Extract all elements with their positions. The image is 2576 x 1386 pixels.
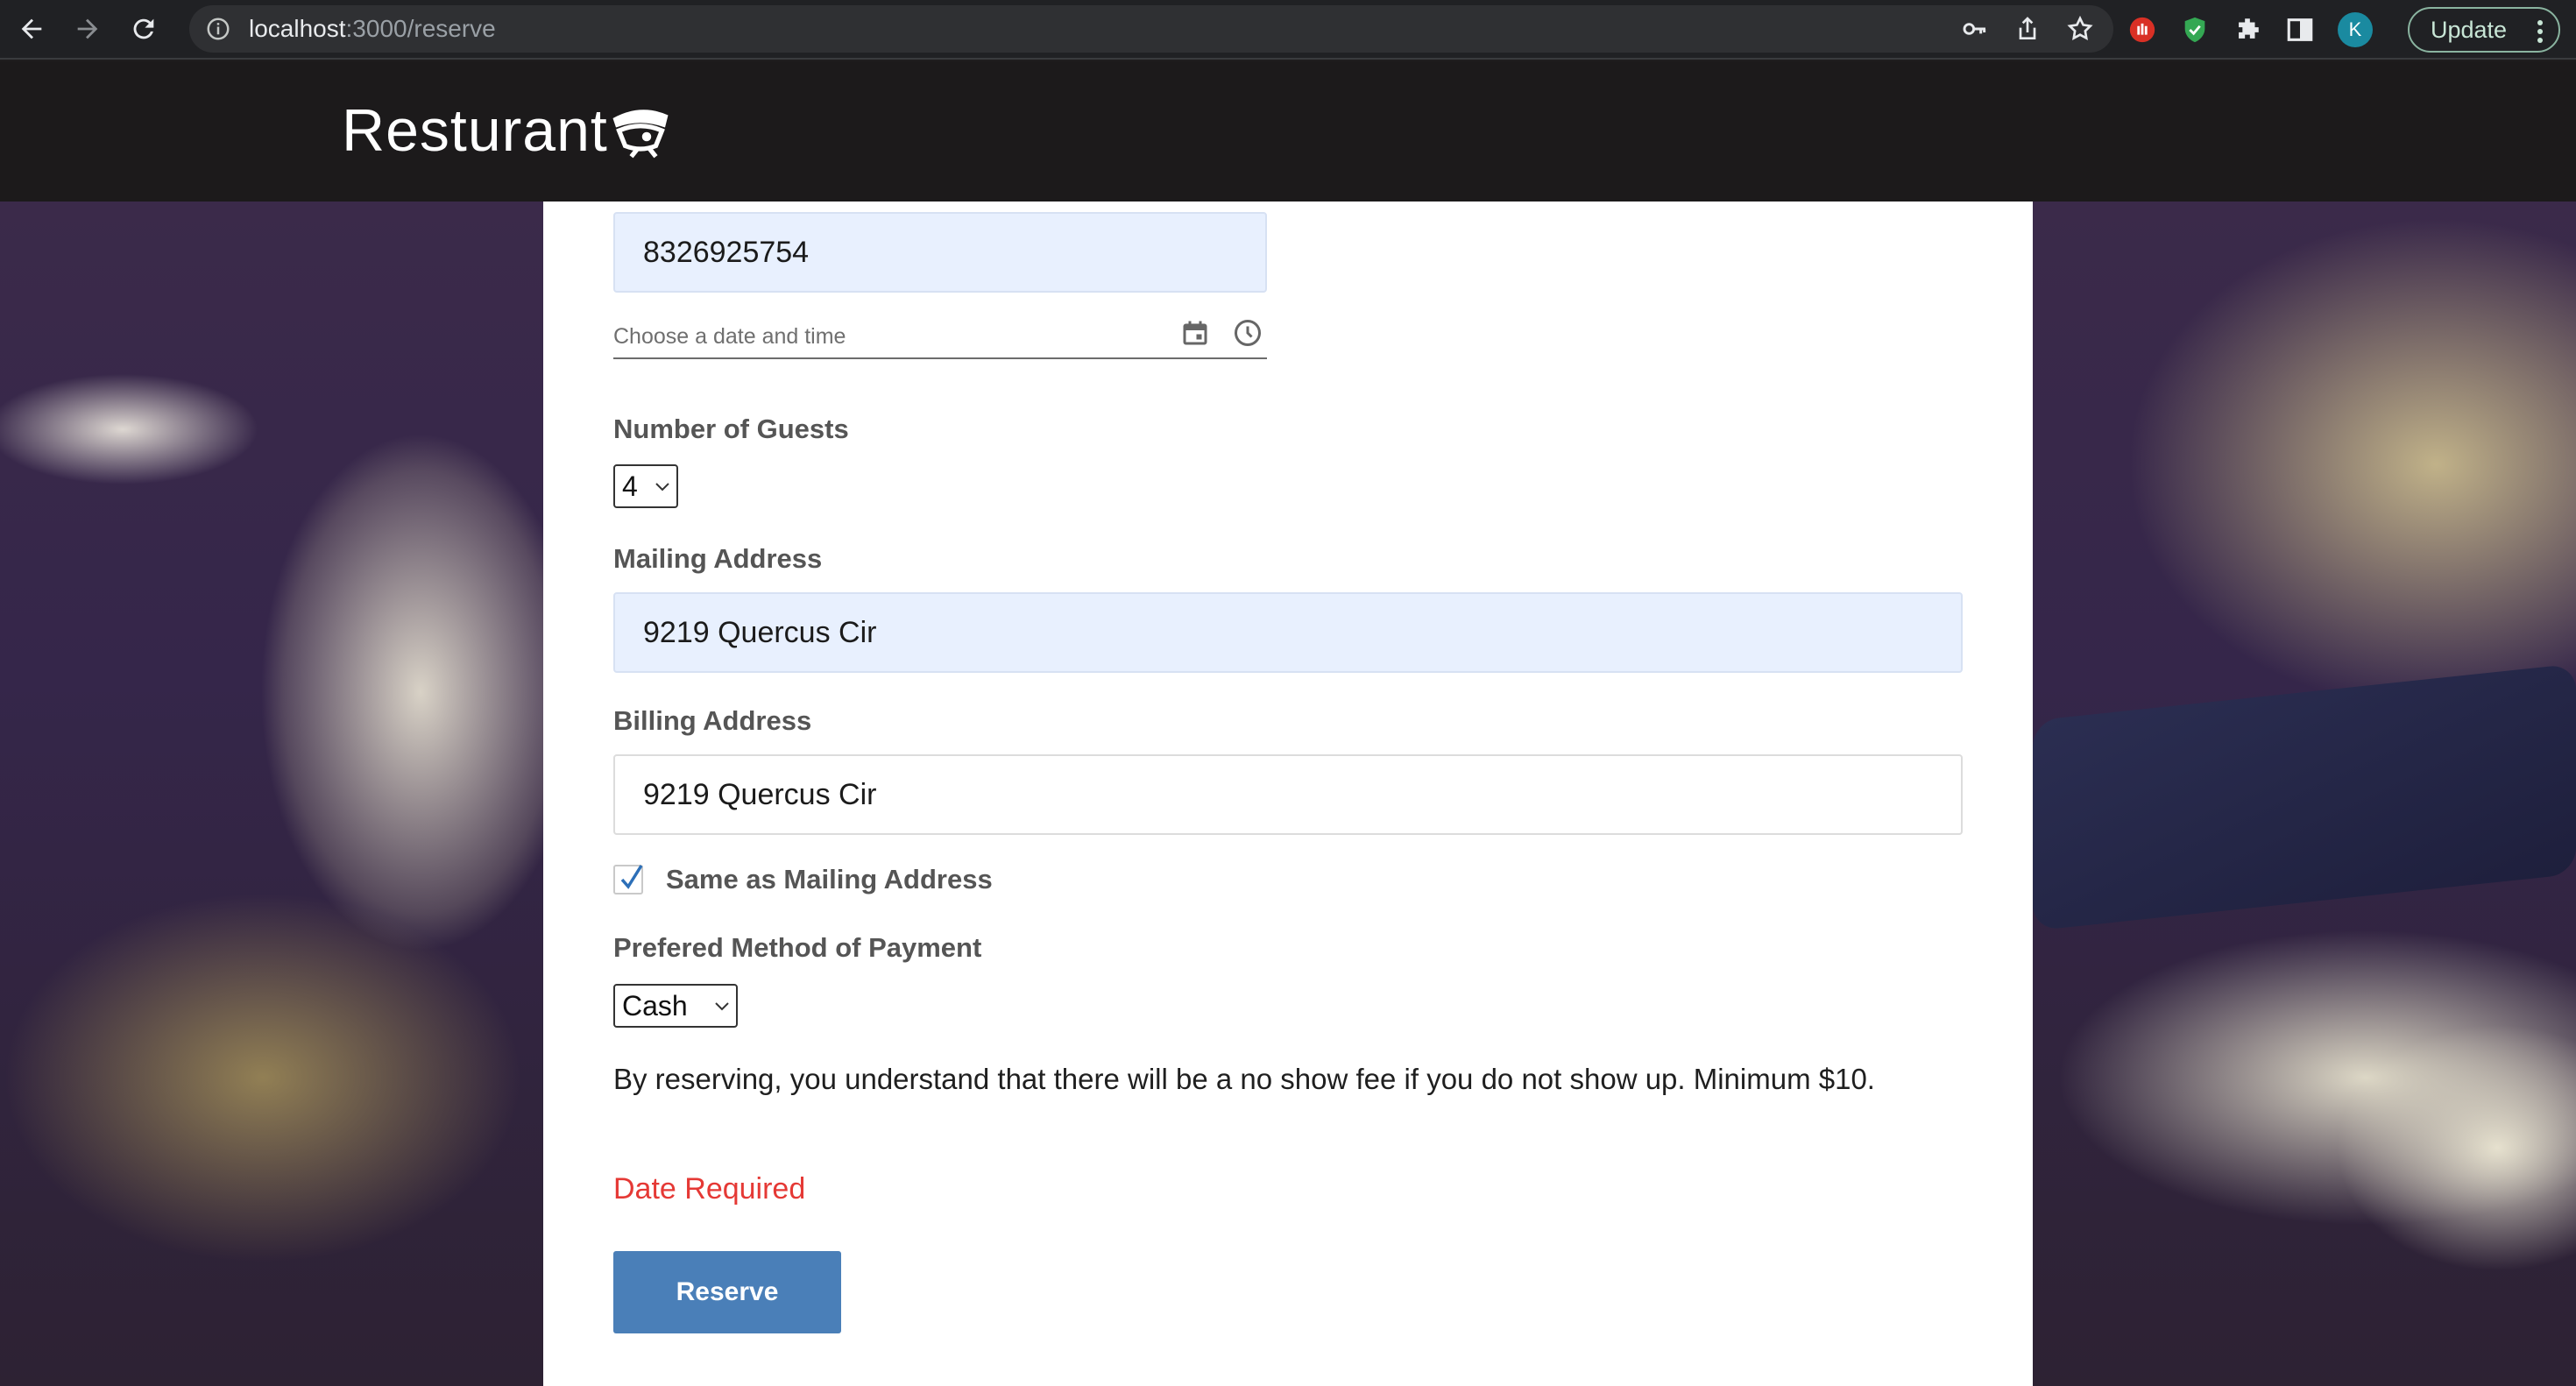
same-as-mailing-label[interactable]: Same as Mailing Address — [666, 864, 993, 895]
billing-label: Billing Address — [613, 705, 812, 736]
guests-select[interactable]: 4 — [613, 464, 678, 508]
site-header: Resturant — [0, 61, 2576, 202]
omnibox-actions — [1961, 5, 2094, 53]
guests-label: Number of Guests — [613, 414, 849, 444]
key-icon[interactable] — [1961, 15, 1989, 43]
same-as-mailing-checkbox[interactable] — [613, 865, 643, 895]
date-required-error: Date Required — [613, 1172, 806, 1206]
back-button[interactable] — [7, 4, 56, 53]
url-host: localhost — [249, 15, 346, 42]
restaurant-logo-icon — [612, 110, 669, 159]
payment-label: Prefered Method of Payment — [613, 932, 982, 963]
date-placeholder: Choose a date and time — [613, 324, 846, 349]
no-show-fee-notice: By reserving, you understand that there … — [613, 1063, 1875, 1095]
calendar-icon[interactable] — [1179, 317, 1211, 349]
billing-address-input[interactable]: 9219 Quercus Cir — [613, 754, 1963, 835]
profile-avatar[interactable]: K — [2338, 12, 2373, 47]
browser-toolbar: localhost:3000/reserve K Update — [0, 0, 2576, 60]
mailing-label: Mailing Address — [613, 543, 823, 574]
kebab-menu-icon[interactable] — [2537, 19, 2543, 44]
url-path: :3000/reserve — [345, 15, 496, 42]
payment-select[interactable]: Cash — [613, 984, 738, 1028]
phone-input[interactable]: 8326925754 — [613, 212, 1267, 293]
mailing-address-input[interactable]: 9219 Quercus Cir — [613, 592, 1963, 673]
address-bar[interactable]: localhost:3000/reserve — [189, 5, 2113, 53]
chevron-down-icon — [715, 1002, 729, 1011]
date-icons — [1179, 317, 1263, 349]
back-arrow-icon — [21, 18, 42, 39]
reload-icon — [133, 18, 154, 39]
chevron-down-icon — [655, 483, 669, 491]
payment-value: Cash — [622, 989, 688, 1022]
forward-button[interactable] — [63, 4, 112, 53]
date-time-input[interactable]: Choose a date and time — [613, 314, 1267, 359]
update-button[interactable]: Update — [2408, 7, 2560, 53]
sidepanel-icon[interactable] — [2285, 15, 2315, 45]
reload-button[interactable] — [119, 4, 168, 53]
checkmark-icon — [620, 865, 643, 889]
share-icon[interactable] — [2013, 15, 2042, 43]
brand-logo[interactable]: Resturant — [342, 96, 671, 165]
clock-icon[interactable] — [1232, 317, 1263, 349]
update-label: Update — [2431, 16, 2508, 43]
shield-extension-icon[interactable] — [2180, 15, 2210, 45]
reservation-form: 8326925754 Choose a date and time Number… — [543, 202, 2033, 1386]
star-icon[interactable] — [2066, 15, 2094, 43]
brand-name: Resturant — [342, 97, 608, 164]
info-icon[interactable] — [205, 16, 231, 42]
extension-icon[interactable] — [2233, 15, 2262, 45]
hand-extension-icon[interactable] — [2127, 15, 2157, 45]
forward-arrow-icon — [77, 18, 98, 39]
guests-value: 4 — [622, 470, 638, 502]
reserve-button[interactable]: Reserve — [613, 1251, 841, 1333]
extensions-area: K — [2127, 5, 2373, 54]
